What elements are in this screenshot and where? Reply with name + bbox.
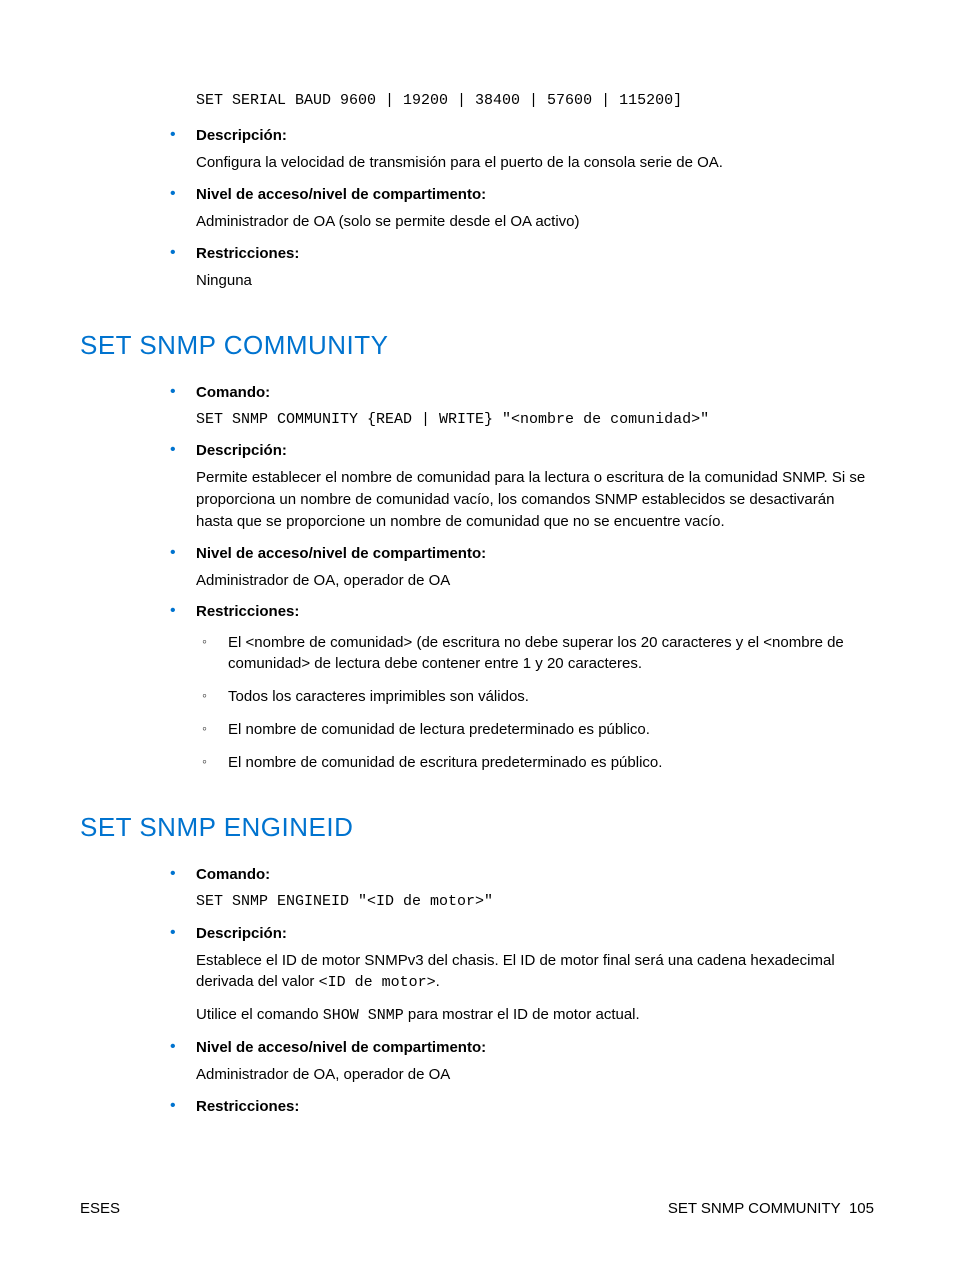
text-descripcion: Permite establecer el nombre de comunida… (196, 467, 874, 532)
footer-left: ESES (80, 1198, 120, 1219)
label-comando: Comando: (196, 864, 874, 885)
text-restricciones: Ninguna (196, 270, 874, 292)
label-nivel: Nivel de acceso/nivel de compartimento: (196, 543, 874, 564)
heading-set-snmp-engineid: SET SNMP ENGINEID (80, 809, 874, 845)
heading-set-snmp-community: SET SNMP COMMUNITY (80, 327, 874, 363)
section2-list: Comando: SET SNMP ENGINEID "<ID de motor… (170, 864, 874, 1117)
desc-pre: Establece el ID de motor SNMPv3 del chas… (196, 952, 835, 991)
label-nivel: Nivel de acceso/nivel de compartimento: (196, 1037, 874, 1058)
text-nivel: Administrador de OA, operador de OA (196, 570, 874, 592)
list-item-descripcion: Descripción: Establece el ID de motor SN… (170, 923, 874, 1027)
footer-page-number: 105 (849, 1200, 874, 1217)
footer-right: SET SNMP COMMUNITY 105 (668, 1198, 874, 1219)
label-restricciones: Restricciones: (196, 601, 874, 622)
label-nivel: Nivel de acceso/nivel de compartimento: (196, 184, 874, 205)
sub-item: El nombre de comunidad de escritura pred… (202, 752, 874, 773)
list-item-descripcion: Descripción: Permite establecer el nombr… (170, 440, 874, 532)
text-nivel: Administrador de OA (solo se permite des… (196, 211, 874, 233)
text-descripcion-1: Establece el ID de motor SNMPv3 del chas… (196, 950, 874, 995)
list-item: Descripción: Configura la velocidad de t… (170, 125, 874, 174)
list-item-restricciones: Restricciones: (170, 1096, 874, 1117)
label-descripcion: Descripción: (196, 125, 874, 146)
sub-item: El nombre de comunidad de lectura predet… (202, 719, 874, 740)
list-item-comando: Comando: SET SNMP ENGINEID "<ID de motor… (170, 864, 874, 913)
list-item-restricciones: Restricciones: El <nombre de comunidad> … (170, 601, 874, 773)
desc2-post: para mostrar el ID de motor actual. (404, 1006, 640, 1023)
section1-list: Comando: SET SNMP COMMUNITY {READ | WRIT… (170, 382, 874, 774)
code-comando: SET SNMP ENGINEID "<ID de motor>" (196, 891, 874, 913)
code-line-serial-baud: SET SERIAL BAUD 9600 | 19200 | 38400 | 5… (196, 90, 874, 111)
label-restricciones: Restricciones: (196, 1096, 874, 1117)
list-item: Nivel de acceso/nivel de compartimento: … (170, 184, 874, 233)
desc2-pre: Utilice el comando (196, 1006, 323, 1023)
list-item-nivel: Nivel de acceso/nivel de compartimento: … (170, 543, 874, 592)
list-item: Restricciones: Ninguna (170, 243, 874, 292)
sub-item: Todos los caracteres imprimibles son vál… (202, 686, 874, 707)
desc-code: <ID de motor> (319, 974, 436, 991)
section0-list: Descripción: Configura la velocidad de t… (170, 125, 874, 291)
label-comando: Comando: (196, 382, 874, 403)
text-descripcion-2: Utilice el comando SHOW SNMP para mostra… (196, 1004, 874, 1027)
list-item-nivel: Nivel de acceso/nivel de compartimento: … (170, 1037, 874, 1086)
label-restricciones: Restricciones: (196, 243, 874, 264)
page-footer: ESES SET SNMP COMMUNITY 105 (80, 1198, 874, 1219)
label-descripcion: Descripción: (196, 440, 874, 461)
code-comando: SET SNMP COMMUNITY {READ | WRITE} "<nomb… (196, 409, 874, 431)
sub-item: El <nombre de comunidad> (de escritura n… (202, 632, 874, 674)
text-nivel: Administrador de OA, operador de OA (196, 1064, 874, 1086)
list-item-comando: Comando: SET SNMP COMMUNITY {READ | WRIT… (170, 382, 874, 431)
restricciones-sublist: El <nombre de comunidad> (de escritura n… (202, 632, 874, 773)
desc-post: . (436, 973, 440, 990)
text-descripcion: Configura la velocidad de transmisión pa… (196, 152, 874, 174)
label-descripcion: Descripción: (196, 923, 874, 944)
footer-section: SET SNMP COMMUNITY (668, 1200, 841, 1217)
desc2-code: SHOW SNMP (323, 1007, 404, 1024)
